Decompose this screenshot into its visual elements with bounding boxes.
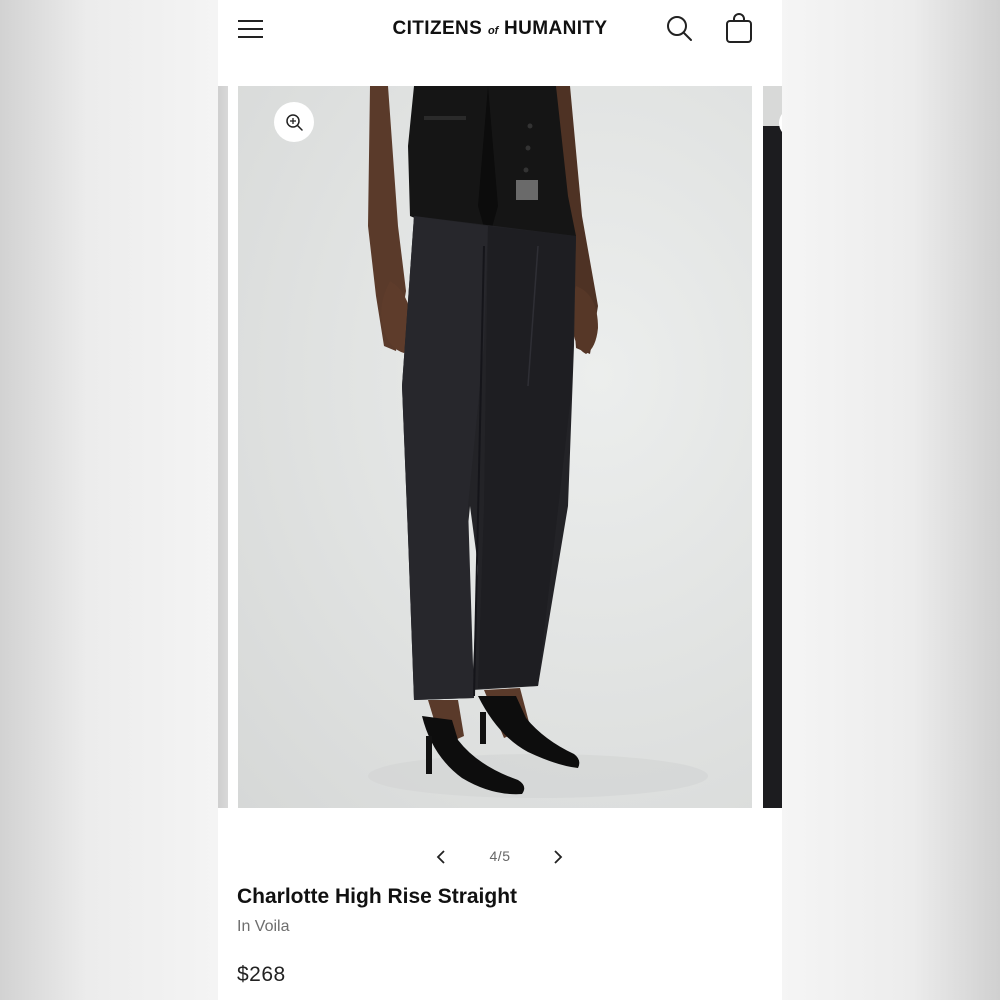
- product-page: CITIZENS of HUMANITY 4/5 Charlotte High …: [218, 0, 782, 1000]
- zoom-in-icon[interactable]: [274, 102, 314, 142]
- product-price: $268: [237, 963, 286, 986]
- slide-counter: 4/5: [489, 848, 511, 864]
- chevron-right-icon[interactable]: [546, 846, 568, 868]
- model-illustration: [368, 86, 708, 798]
- product-image-carousel[interactable]: [218, 86, 782, 808]
- brand-word-humanity: HUMANITY: [504, 18, 608, 39]
- backdrop-left: [0, 0, 218, 1000]
- slide-pager: 4/5: [218, 842, 782, 872]
- brand-word-citizens: CITIZENS: [392, 18, 483, 39]
- chevron-left-icon[interactable]: [431, 846, 453, 868]
- previous-slide-peek[interactable]: [218, 86, 228, 808]
- product-variant: In Voila: [237, 918, 290, 935]
- search-icon[interactable]: [665, 14, 695, 44]
- next-slide-peek[interactable]: [763, 86, 782, 808]
- backdrop-right: [782, 0, 1000, 1000]
- shopping-bag-icon[interactable]: [723, 13, 755, 45]
- product-title: Charlotte High Rise Straight: [237, 885, 518, 908]
- product-photo[interactable]: [238, 86, 752, 808]
- brand-word-of: of: [487, 25, 499, 37]
- site-header: CITIZENS of HUMANITY: [218, 0, 782, 86]
- brand-logo[interactable]: CITIZENS of HUMANITY: [218, 18, 782, 40]
